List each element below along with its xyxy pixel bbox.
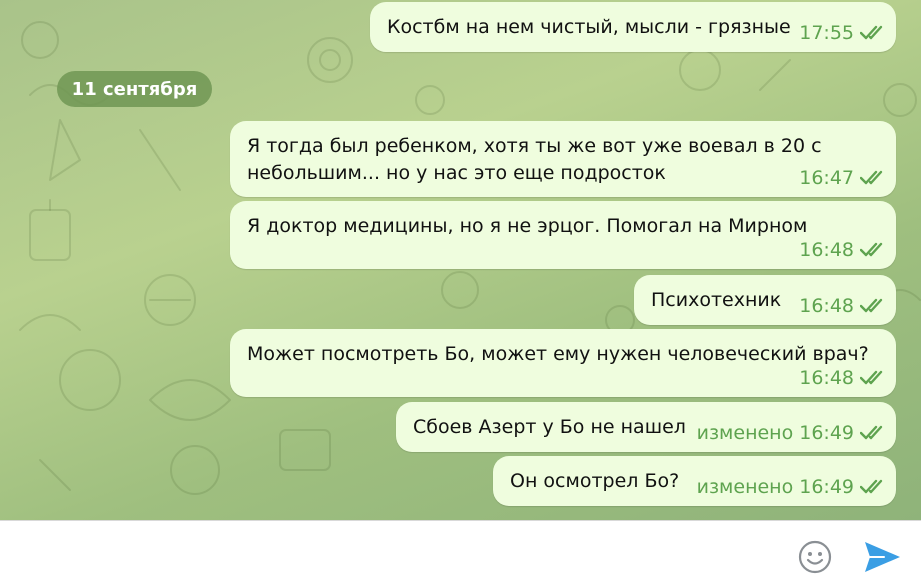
message-edited: изменено <box>696 476 794 498</box>
message-edited: изменено <box>696 422 794 444</box>
message-bubble[interactable]: Психотехник 16:48 <box>634 275 896 325</box>
message-meta: 16:48 <box>793 295 886 317</box>
double-check-icon <box>860 425 883 440</box>
message-input[interactable] <box>20 531 784 567</box>
double-check-icon <box>860 242 883 257</box>
message-time: 16:49 <box>799 422 854 444</box>
message-time: 16:49 <box>799 476 854 498</box>
send-arrow-icon[interactable] <box>862 539 902 575</box>
message-text: Может посмотреть Бо, может ему нужен чел… <box>247 343 869 365</box>
date-separator: 11 сентября <box>57 71 212 107</box>
message-meta: изменено 16:49 <box>697 422 886 444</box>
message-meta: 17:55 <box>793 22 886 44</box>
message-time: 16:48 <box>799 295 854 317</box>
message-bubble[interactable]: Я доктор медицины, но я не эрцог. Помога… <box>230 201 896 269</box>
message-bubble[interactable]: Сбоев Азерт у Бо не нашел изменено 16:49 <box>396 402 896 452</box>
message-time: 16:48 <box>799 367 854 389</box>
message-time: 16:47 <box>799 167 854 189</box>
message-meta: изменено 16:49 <box>697 476 886 498</box>
message-bubble[interactable]: Я тогда был ребенком, хотя ты же вот уже… <box>230 121 896 197</box>
message-time: 17:55 <box>799 22 854 44</box>
message-bubble[interactable]: Костбм на нем чистый, мысли - грязные 17… <box>370 2 896 52</box>
message-meta: 16:47 <box>793 167 886 189</box>
message-bubble[interactable]: Может посмотреть Бо, может ему нужен чел… <box>230 329 896 397</box>
double-check-icon <box>860 25 883 40</box>
chat-area[interactable]: Костбм на нем чистый, мысли - грязные 17… <box>0 0 921 520</box>
double-check-icon <box>860 170 883 185</box>
message-text: Я тогда был ребенком, хотя ты же вот уже… <box>247 135 822 184</box>
double-check-icon <box>860 479 883 494</box>
smile-icon[interactable] <box>797 539 833 575</box>
message-composer <box>0 520 921 576</box>
double-check-icon <box>860 370 883 385</box>
double-check-icon <box>860 298 883 313</box>
message-meta: 16:48 <box>793 239 886 261</box>
message-time: 16:48 <box>799 239 854 261</box>
message-text: Я доктор медицины, но я не эрцог. Помога… <box>247 215 808 237</box>
message-bubble[interactable]: Он осмотрел Бо? изменено 16:49 <box>493 456 896 506</box>
message-meta: 16:48 <box>793 367 886 389</box>
